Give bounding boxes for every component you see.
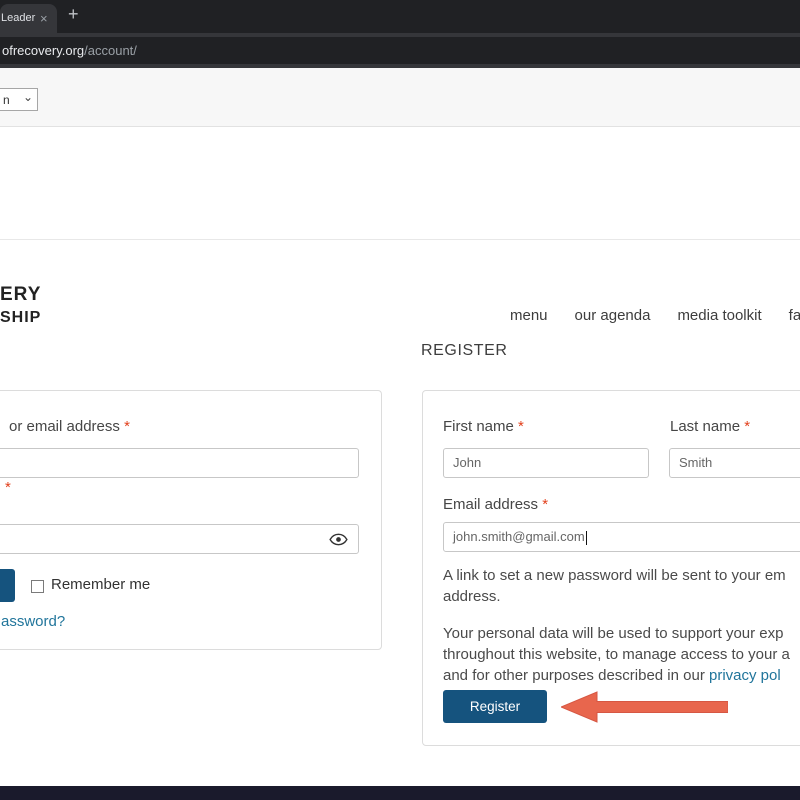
main-nav: menu our agenda media toolkit fa: [510, 307, 800, 324]
logo-text-line1: ERY: [0, 285, 41, 306]
username-input[interactable]: [0, 448, 359, 478]
url-domain: ofrecovery.org: [2, 43, 84, 58]
text-cursor: [586, 531, 587, 545]
privacy-line3-prefix: and for other purposes described in our: [443, 667, 709, 684]
site-header: ERY SHIP menu our agenda media toolkit f…: [0, 127, 800, 240]
url-path: /account/: [84, 43, 137, 58]
register-button[interactable]: Register: [443, 690, 547, 723]
url-text[interactable]: ofrecovery.org/account/: [2, 43, 137, 58]
login-form-panel: or email address * * Remember me assword…: [0, 390, 382, 650]
browser-tab[interactable]: Leader ×: [0, 4, 57, 33]
browser-address-bar: ofrecovery.org/account/: [0, 33, 800, 68]
tab-title: Leader: [1, 12, 35, 24]
note-line2: address.: [443, 586, 786, 607]
register-heading: REGISTER: [421, 342, 508, 360]
remember-me-checkbox[interactable]: [31, 580, 44, 593]
login-button[interactable]: [0, 569, 15, 602]
logo-text-line2: SHIP: [0, 309, 41, 327]
register-form-panel: First name * John Last name * Smith Emai…: [422, 390, 800, 746]
last-name-label: Last name *: [670, 418, 750, 435]
note-line1: A link to set a new password will be sen…: [443, 565, 786, 586]
utility-bar: n ⌄ CREATE AN: [0, 68, 800, 127]
nav-item-menu[interactable]: menu: [510, 307, 548, 324]
annotation-arrow-icon: [561, 691, 728, 723]
email-label: Email address *: [443, 496, 548, 513]
email-label-text: Email address: [443, 496, 538, 513]
privacy-line3: and for other purposes described in our …: [443, 665, 790, 686]
first-name-input[interactable]: John: [443, 448, 649, 478]
last-name-label-text: Last name: [670, 418, 740, 435]
page-footer: [0, 786, 800, 800]
new-tab-icon[interactable]: +: [68, 4, 79, 25]
show-password-eye-icon[interactable]: [329, 533, 348, 546]
username-label: or email address *: [9, 418, 130, 435]
privacy-note-text: Your personal data will be used to suppo…: [443, 623, 790, 686]
nav-item-faq[interactable]: fa: [789, 307, 800, 324]
language-value: n: [3, 93, 10, 107]
language-select[interactable]: n ⌄: [0, 88, 38, 111]
email-input[interactable]: john.smith@gmail.com: [443, 522, 800, 552]
privacy-policy-link[interactable]: privacy pol: [709, 667, 781, 684]
first-name-label: First name *: [443, 418, 524, 435]
omnibox[interactable]: ofrecovery.org/account/: [0, 37, 800, 64]
privacy-line2: throughout this website, to manage acces…: [443, 644, 790, 665]
nav-item-media-toolkit[interactable]: media toolkit: [677, 307, 761, 324]
browser-tab-bar: Leader × +: [0, 0, 800, 33]
remember-me-label: Remember me: [51, 576, 150, 593]
required-asterisk: *: [542, 496, 548, 513]
lost-password-link[interactable]: assword?: [1, 613, 65, 630]
nav-item-our-agenda[interactable]: our agenda: [575, 307, 651, 324]
site-logo[interactable]: ERY SHIP: [0, 285, 41, 326]
last-name-input[interactable]: Smith: [669, 448, 800, 478]
privacy-line1: Your personal data will be used to suppo…: [443, 623, 790, 644]
chevron-down-icon: ⌄: [23, 90, 33, 104]
first-name-label-text: First name: [443, 418, 514, 435]
required-asterisk: *: [518, 418, 524, 435]
password-note-text: A link to set a new password will be sen…: [443, 565, 786, 607]
email-input-value: john.smith@gmail.com: [453, 529, 585, 544]
password-input[interactable]: [0, 524, 359, 554]
required-asterisk: *: [744, 418, 750, 435]
tab-close-icon[interactable]: ×: [40, 11, 48, 26]
username-label-text: or email address: [9, 418, 120, 435]
required-asterisk: *: [124, 418, 130, 435]
password-required-asterisk: *: [5, 479, 11, 496]
